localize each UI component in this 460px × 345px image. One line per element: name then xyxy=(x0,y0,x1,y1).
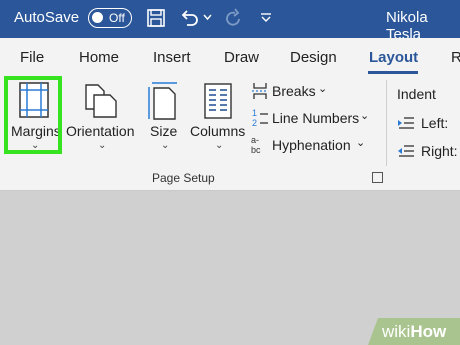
chevron-down-icon: ⌄ xyxy=(360,110,370,122)
line-numbers-label: Line Numbers xyxy=(272,110,360,126)
size-button[interactable]: Size ⌄ xyxy=(145,79,185,151)
tab-draw[interactable]: Draw xyxy=(224,49,259,66)
chevron-down-icon: ⌄ xyxy=(161,140,170,151)
line-numbers-icon: 1 2 xyxy=(252,108,268,128)
orientation-label: Orientation xyxy=(66,123,135,139)
group-separator xyxy=(386,80,387,166)
orientation-icon xyxy=(85,84,117,118)
tab-insert[interactable]: Insert xyxy=(153,49,191,66)
breaks-label: Breaks xyxy=(272,83,316,99)
tab-references[interactable]: R xyxy=(451,49,460,66)
svg-text:2: 2 xyxy=(252,118,257,128)
autosave-label: AutoSave xyxy=(14,9,80,26)
page-setup-launcher-icon[interactable] xyxy=(372,172,383,183)
undo-icon[interactable] xyxy=(178,8,200,28)
size-icon xyxy=(148,82,177,120)
watermark-prefix: wiki xyxy=(382,322,411,341)
indent-label: Indent xyxy=(397,86,436,102)
hyphenation-label: Hyphenation xyxy=(272,137,351,153)
customize-toolbar-icon[interactable] xyxy=(260,12,272,24)
tab-file[interactable]: File xyxy=(20,49,44,66)
watermark-suffix: How xyxy=(410,322,447,341)
chevron-down-icon: ⌄ xyxy=(98,140,107,151)
tab-layout[interactable]: Layout xyxy=(369,49,418,66)
svg-text:1: 1 xyxy=(252,108,257,118)
indent-left-label: Left: xyxy=(421,115,449,131)
toggle-knob xyxy=(92,12,103,23)
autosave-state: Off xyxy=(109,11,125,25)
hyphenation-icon: a- bc xyxy=(251,135,261,154)
columns-icon xyxy=(204,83,232,119)
columns-button[interactable]: Columns ⌄ xyxy=(188,79,248,151)
title-bar: AutoSave Off Nikola Tesla xyxy=(0,0,460,43)
indent-left-icon xyxy=(398,117,414,129)
svg-text:a-: a- xyxy=(251,135,259,145)
autosave-toggle[interactable]: Off xyxy=(88,8,132,28)
ribbon-tabs: File Home Insert Draw Design Layout R xyxy=(0,38,460,74)
breaks-icon xyxy=(252,83,268,99)
indent-right-label: Right: xyxy=(421,143,458,159)
indent-right-icon xyxy=(398,145,414,157)
columns-label: Columns xyxy=(190,123,246,139)
orientation-button[interactable]: Orientation ⌄ xyxy=(66,79,138,151)
redo-icon[interactable] xyxy=(222,8,244,30)
tab-home[interactable]: Home xyxy=(79,49,119,66)
chevron-down-icon: ⌄ xyxy=(215,140,224,151)
chevron-down-icon: ⌄ xyxy=(318,83,328,95)
tab-design[interactable]: Design xyxy=(290,49,337,66)
chevron-down-icon: ⌄ xyxy=(356,137,366,149)
page-setup-group-label: Page Setup xyxy=(152,171,215,185)
wikihow-watermark: wikiHow xyxy=(368,318,460,345)
undo-dropdown-icon[interactable] xyxy=(203,14,212,21)
save-icon[interactable] xyxy=(146,8,166,28)
margins-highlight xyxy=(4,76,62,154)
size-label: Size xyxy=(150,123,178,139)
svg-text:bc: bc xyxy=(251,145,261,154)
